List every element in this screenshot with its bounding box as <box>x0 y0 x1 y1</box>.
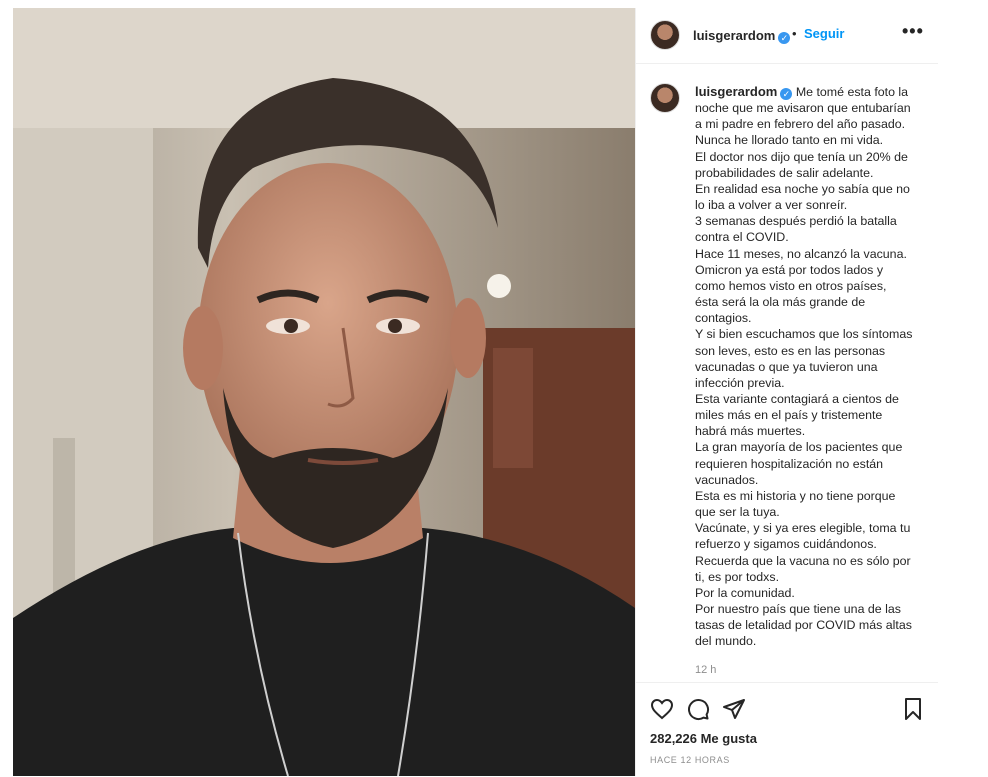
caption-text: habrá más muertes. <box>695 424 806 439</box>
caption-text: contra el COVID. <box>695 230 789 245</box>
share-icon[interactable] <box>722 697 746 721</box>
caption-text: Por nuestro país que tiene una de las <box>695 602 901 616</box>
caption-text: refuerzo y sigamos cuidándonos. <box>695 537 877 552</box>
verified-icon: ✓ <box>780 88 793 100</box>
header-user[interactable]: luisgerardom ✓ <box>693 27 791 45</box>
follow-button[interactable]: Seguir <box>804 26 844 41</box>
heart-icon[interactable] <box>650 697 674 721</box>
caption-text: noche que me avisaron que entubarían <box>695 101 911 116</box>
caption-text: contagios. <box>695 311 752 326</box>
post-date[interactable]: HACE 12 HORAS <box>650 755 730 765</box>
post-header: luisgerardom ✓ • Seguir ••• <box>636 8 938 64</box>
caption-time[interactable]: 12 h <box>695 664 716 676</box>
caption-text: requieren hospitalización no están <box>695 456 884 471</box>
likes-count[interactable]: 282,226 Me gusta <box>650 731 757 746</box>
caption-text: miles más en el país y tristemente <box>695 408 883 423</box>
post-photo-illustration <box>13 8 635 776</box>
caption-text: que ser la tuya. <box>695 505 780 520</box>
verified-icon: ✓ <box>778 32 791 44</box>
caption-text: infección previa. <box>695 375 785 390</box>
post-side-panel: luisgerardom ✓ • Seguir ••• luisgerardom ✓… <box>635 8 938 777</box>
actions-bar: 282,226 Me gusta HACE 12 HORAS <box>636 682 938 777</box>
username[interactable]: luisgerardom <box>693 28 775 43</box>
caption-text: a mi padre en febrero del año pasado. <box>695 117 906 132</box>
post-photo[interactable] <box>13 8 635 776</box>
caption-text: Por la comunidad. <box>695 585 795 600</box>
caption-text: Y si bien escuchamos que los síntomas <box>695 327 913 342</box>
caption: luisgerardom ✓ Me tomé esta foto la noche … <box>695 84 925 649</box>
caption-text: 3 semanas después perdió la batalla <box>695 214 897 229</box>
caption-text: vacunados. <box>695 472 759 487</box>
caption-text: ti, es por todxs. <box>695 569 780 584</box>
caption-text: Nunca he llorado tanto en mi vida. <box>695 133 884 148</box>
caption-text: del mundo. <box>695 634 757 649</box>
caption-text: Vacúnate, y si ya eres elegible, toma tu <box>695 521 911 536</box>
caption-text: vacunadas o que ya tuvieron una <box>695 359 878 374</box>
caption-text: probabilidades de salir adelante. <box>695 165 874 180</box>
caption-text: La gran mayoría de los pacientes que <box>695 440 903 455</box>
comments-area[interactable]: luisgerardom ✓ Me tomé esta foto la noche … <box>636 64 938 678</box>
caption-text: como hemos visto en otros países, <box>695 278 887 293</box>
bookmark-icon[interactable] <box>902 697 924 721</box>
caption-text: son leves, esto es en las personas <box>695 343 886 358</box>
caption-text: El doctor nos dijo que tenía un 20% de <box>695 149 908 164</box>
caption-text: Recuerda que la vacuna no es sólo por <box>695 553 911 568</box>
caption-text: Esta variante contagiará a cientos de <box>695 391 899 406</box>
caption-username[interactable]: luisgerardom <box>695 84 777 99</box>
caption-text: Omicron ya está por todos lados y <box>695 262 884 277</box>
caption-avatar[interactable] <box>650 83 680 113</box>
caption-text: Esta es mi historia y no tiene porque <box>695 488 896 503</box>
comment-icon[interactable] <box>686 697 710 721</box>
caption-text: lo iba a volver a ver sonreír. <box>695 198 848 213</box>
caption-text: tasas de letalidad por COVID más altas <box>695 618 912 633</box>
caption-text: ésta será la ola más grande de <box>695 295 866 310</box>
caption-text: Me tomé esta foto la <box>795 85 909 99</box>
more-options-icon[interactable]: ••• <box>902 21 924 42</box>
avatar[interactable] <box>650 20 680 50</box>
caption-text: En realidad esa noche yo sabía que no <box>695 181 910 196</box>
separator-dot: • <box>792 26 797 41</box>
caption-text: Hace 11 meses, no alcanzó la vacuna. <box>695 246 907 261</box>
